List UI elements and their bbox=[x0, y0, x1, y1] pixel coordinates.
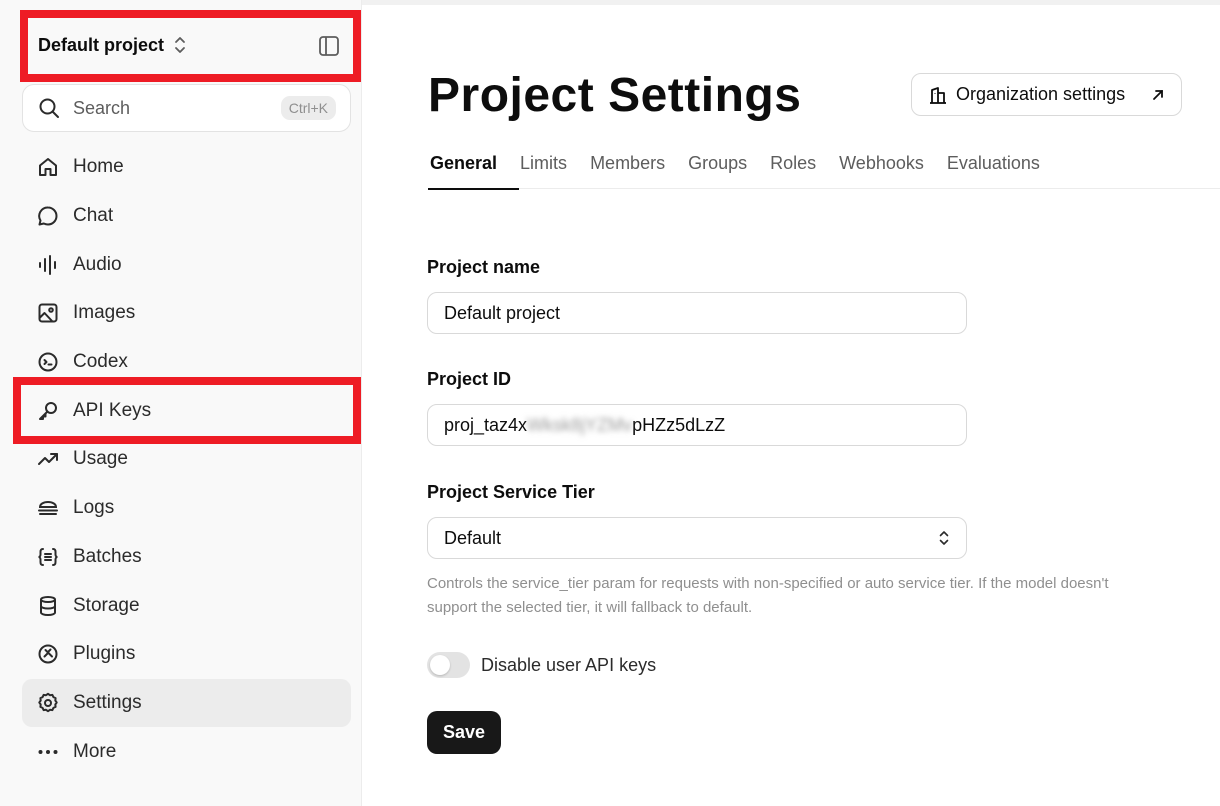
service-tier-select[interactable]: Default bbox=[427, 517, 967, 559]
tab-limits[interactable]: Limits bbox=[518, 145, 569, 189]
sidebar-item-more[interactable]: More bbox=[22, 727, 351, 776]
project-switcher-label: Default project bbox=[38, 34, 165, 55]
chevron-up-down-icon bbox=[938, 529, 950, 547]
sidebar-item-storage[interactable]: Storage bbox=[22, 581, 351, 630]
project-id-prefix: proj_taz4x bbox=[444, 414, 528, 435]
storage-icon bbox=[36, 594, 60, 618]
codex-icon bbox=[36, 350, 60, 374]
usage-icon bbox=[36, 447, 60, 471]
disable-user-keys-row: Disable user API keys bbox=[427, 652, 656, 678]
images-icon bbox=[36, 301, 60, 325]
sidebar-item-plugins[interactable]: Plugins bbox=[22, 630, 351, 679]
sidebar-item-label: API Keys bbox=[73, 399, 152, 421]
chat-icon bbox=[36, 204, 60, 228]
sidebar-item-label: Storage bbox=[73, 594, 140, 616]
sidebar-item-settings[interactable]: Settings bbox=[22, 678, 351, 728]
sidebar-item-label: Usage bbox=[73, 448, 128, 470]
search-shortcut-badge: Ctrl+K bbox=[280, 96, 336, 120]
logs-icon bbox=[36, 496, 60, 520]
sidebar-item-api-keys[interactable]: API Keys bbox=[22, 386, 351, 435]
project-id-suffix: pHZz5dLzZ bbox=[632, 414, 726, 435]
external-arrow-icon bbox=[1151, 88, 1165, 102]
audio-icon bbox=[36, 253, 60, 277]
settings-tabs: General Limits Members Groups Roles Webh… bbox=[428, 145, 1220, 190]
project-name-input[interactable] bbox=[444, 302, 950, 324]
sidebar-item-label: Audio bbox=[73, 253, 122, 275]
service-tier-help-text: Controls the service_tier param for requ… bbox=[427, 575, 1109, 616]
tab-roles[interactable]: Roles bbox=[768, 145, 818, 189]
search-icon bbox=[37, 96, 61, 120]
more-icon bbox=[36, 740, 60, 764]
sidebar-item-label: Home bbox=[73, 156, 124, 178]
tab-webhooks[interactable]: Webhooks bbox=[837, 145, 926, 189]
organization-settings-label: Organization settings bbox=[956, 84, 1126, 104]
service-tier-value: Default bbox=[444, 527, 502, 548]
sidebar-item-label: More bbox=[73, 740, 117, 762]
project-id-field[interactable]: proj_taz4x Wksk8jYZMv pHZz5dLzZ bbox=[427, 404, 967, 446]
page-title: Project Settings bbox=[428, 69, 802, 122]
tab-members[interactable]: Members bbox=[588, 145, 667, 189]
chevron-up-down-icon bbox=[172, 35, 188, 55]
sidebar-item-label: Settings bbox=[73, 691, 142, 713]
sidebar-item-label: Chat bbox=[73, 205, 114, 227]
sidebar-item-audio[interactable]: Audio bbox=[22, 240, 351, 289]
disable-user-keys-toggle[interactable] bbox=[427, 652, 470, 678]
tab-general[interactable]: General bbox=[428, 145, 520, 190]
sidebar-toggle-icon[interactable] bbox=[317, 34, 341, 58]
key-icon bbox=[36, 399, 60, 423]
project-name-field-wrapper bbox=[427, 292, 967, 334]
plugins-icon bbox=[36, 642, 60, 666]
sidebar-item-label: Batches bbox=[73, 545, 142, 567]
sidebar-item-images[interactable]: Images bbox=[22, 289, 351, 338]
tab-evaluations[interactable]: Evaluations bbox=[945, 145, 1042, 189]
project-id-label: Project ID bbox=[427, 369, 512, 389]
sidebar-item-label: Codex bbox=[73, 351, 128, 373]
project-name-label: Project name bbox=[427, 257, 541, 277]
batches-icon bbox=[36, 545, 60, 569]
sidebar-item-chat[interactable]: Chat bbox=[22, 192, 351, 241]
sidebar-item-label: Logs bbox=[73, 497, 115, 519]
main-content: Project Settings Organization settings G… bbox=[362, 0, 1220, 806]
home-icon bbox=[36, 155, 60, 179]
sidebar: Default project Search Ctrl+K Home Chat … bbox=[0, 0, 362, 806]
sidebar-item-batches[interactable]: Batches bbox=[22, 533, 351, 582]
project-id-redacted: Wksk8jYZMv bbox=[527, 414, 633, 435]
sidebar-nav: Home Chat Audio Images Codex API Keys Us… bbox=[22, 143, 351, 776]
project-switcher[interactable]: Default project bbox=[28, 18, 352, 72]
sidebar-item-logs[interactable]: Logs bbox=[22, 484, 351, 533]
service-tier-label: Project Service Tier bbox=[427, 482, 595, 502]
save-button[interactable]: Save bbox=[427, 711, 501, 754]
sidebar-item-label: Plugins bbox=[73, 643, 136, 665]
disable-user-keys-label: Disable user API keys bbox=[481, 654, 657, 675]
search-label: Search bbox=[73, 97, 131, 118]
sidebar-item-label: Images bbox=[73, 302, 136, 324]
sidebar-item-usage[interactable]: Usage bbox=[22, 435, 351, 484]
toggle-knob bbox=[430, 655, 450, 675]
organization-settings-button[interactable]: Organization settings bbox=[911, 73, 1182, 116]
gear-icon bbox=[36, 691, 60, 715]
building-icon bbox=[928, 85, 948, 105]
tab-groups[interactable]: Groups bbox=[686, 145, 749, 189]
search-button[interactable]: Search Ctrl+K bbox=[22, 84, 351, 132]
sidebar-item-codex[interactable]: Codex bbox=[22, 338, 351, 387]
sidebar-item-home[interactable]: Home bbox=[22, 143, 351, 192]
